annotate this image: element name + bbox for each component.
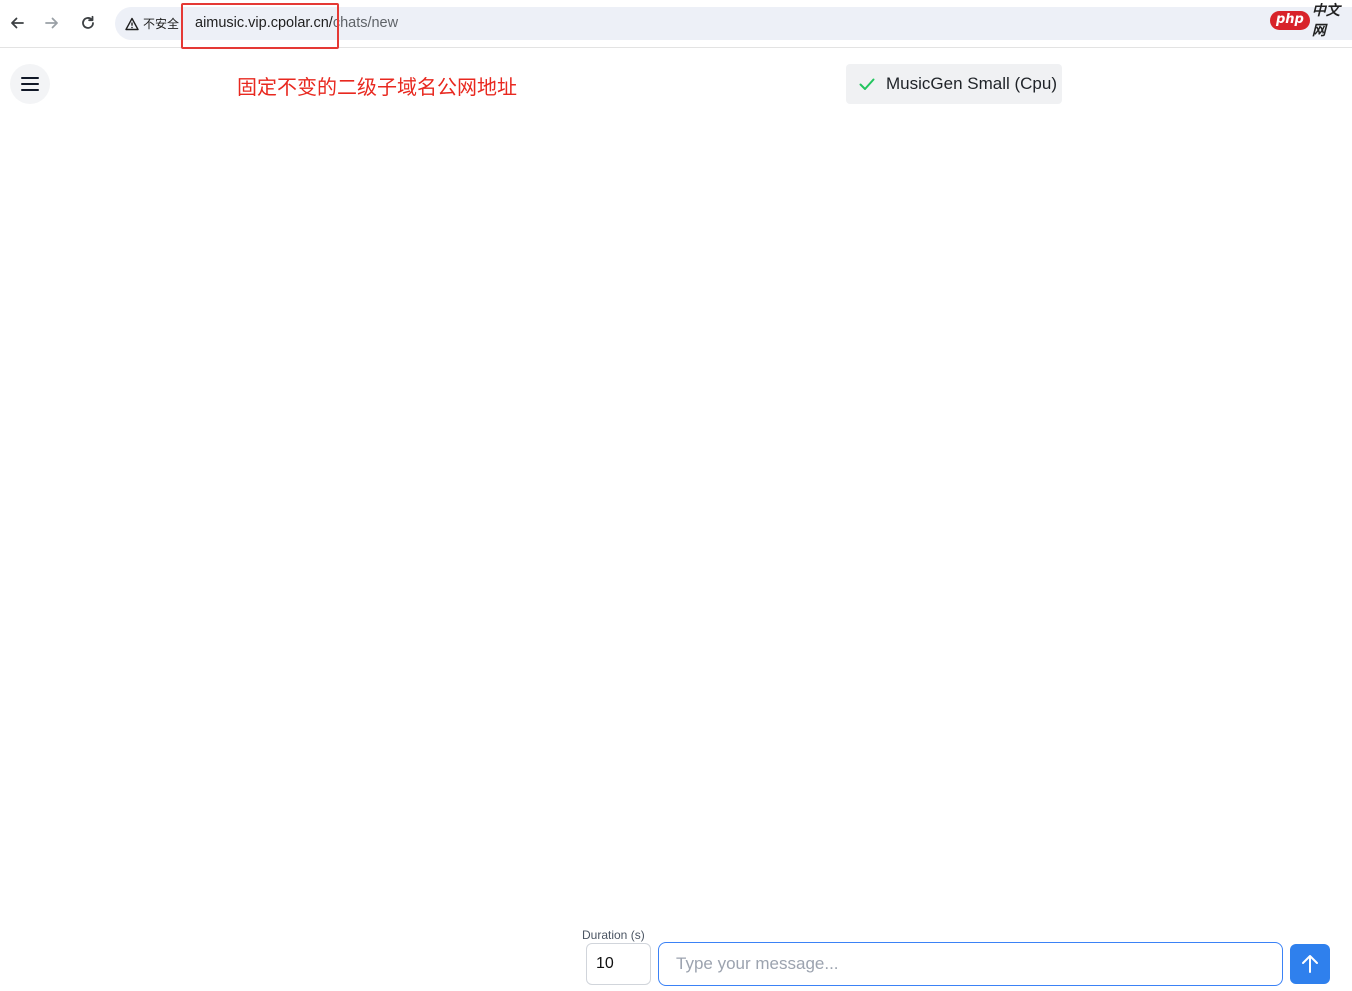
- arrow-up-icon: [1302, 955, 1318, 973]
- menu-button[interactable]: [10, 64, 50, 104]
- security-label: 不安全: [143, 17, 180, 31]
- browser-toolbar: 不安全 aimusic.vip.cpolar.cn/chats/new php …: [0, 0, 1352, 49]
- back-button[interactable]: [2, 8, 32, 38]
- arrow-left-icon: [11, 17, 24, 29]
- hamburger-icon: [21, 77, 39, 91]
- annotation-text: 固定不变的二级子域名公网地址: [237, 75, 517, 99]
- watermark: php 中文网: [1270, 0, 1352, 40]
- url-highlight-box: [181, 3, 339, 49]
- reload-icon: [82, 15, 94, 29]
- watermark-badge: php: [1270, 10, 1310, 30]
- check-icon: [859, 78, 875, 90]
- reload-button[interactable]: [73, 8, 103, 38]
- watermark-text: 中文网: [1311, 3, 1340, 39]
- url-path: chats/new: [332, 15, 399, 31]
- model-name: MusicGen Small (Cpu): [886, 74, 1057, 93]
- forward-button[interactable]: [37, 8, 67, 38]
- duration-label: Duration (s): [582, 928, 645, 942]
- arrow-right-icon: [45, 17, 58, 29]
- message-input[interactable]: [658, 942, 1283, 986]
- warning-icon: [125, 17, 139, 30]
- model-selector[interactable]: MusicGen Small (Cpu): [846, 64, 1062, 104]
- security-chip[interactable]: 不安全: [121, 11, 183, 36]
- duration-input[interactable]: [586, 943, 651, 985]
- send-button[interactable]: [1290, 944, 1330, 984]
